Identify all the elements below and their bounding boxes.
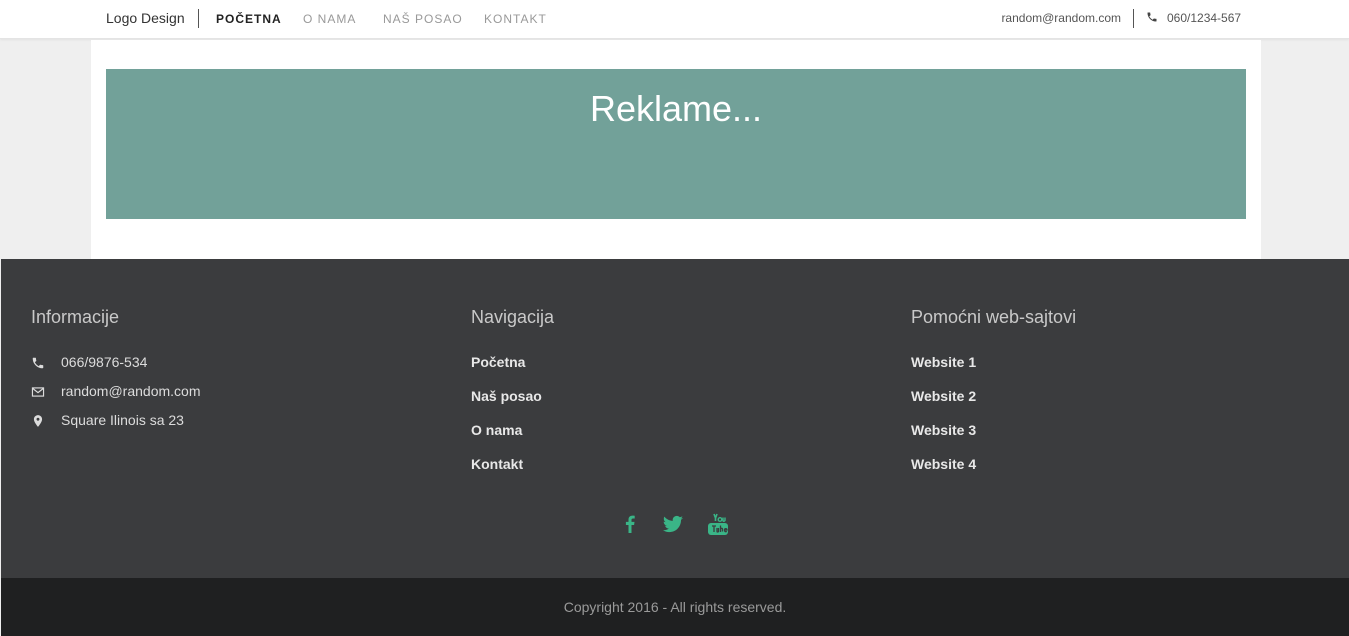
footer-link-website-3[interactable]: Website 3: [911, 422, 976, 438]
ad-banner: Reklame...: [106, 69, 1246, 219]
logo-divider: [198, 9, 199, 28]
header-phone-link[interactable]: 060/1234-567: [1167, 11, 1241, 25]
footer-address-row: Square Ilinois sa 23: [31, 412, 331, 432]
copyright-text: Copyright 2016 - All rights reserved.: [563, 599, 787, 615]
header-email-link[interactable]: random@random.com: [1001, 11, 1121, 25]
footer-info-title: Informacije: [31, 307, 120, 327]
facebook-icon: [625, 515, 635, 533]
main-content: Reklame...: [91, 40, 1261, 259]
phone-icon: [1147, 12, 1157, 22]
envelope-icon: [31, 387, 45, 397]
footer: Informacije 066/9876-534 random@random.c…: [1, 259, 1349, 578]
nav-item-pocetna[interactable]: POČETNA: [216, 12, 282, 26]
youtube-link[interactable]: [706, 512, 730, 536]
footer-navigation-title: Navigacija: [471, 307, 555, 327]
nav-item-nas-posao[interactable]: NAŠ POSAO: [383, 12, 463, 26]
footer-link-kontakt[interactable]: Kontakt: [471, 456, 523, 472]
footer-address: Square Ilinois sa 23: [61, 412, 184, 428]
footer-websites-column: Pomoćni web-sajtovi Website 1 Website 2 …: [911, 307, 1077, 472]
footer-link-website-1[interactable]: Website 1: [911, 354, 976, 370]
facebook-link[interactable]: [618, 512, 642, 536]
footer-navigation-column: Navigacija Početna Naš posao O nama Kont…: [471, 307, 555, 472]
footer-link-website-4[interactable]: Website 4: [911, 456, 976, 472]
phone-icon: [32, 357, 44, 369]
banner-title: Reklame...: [589, 88, 763, 129]
footer-link-o-nama[interactable]: O nama: [471, 422, 522, 438]
footer-phone-row: 066/9876-534: [31, 354, 331, 374]
footer-link-nas-posao[interactable]: Naš posao: [471, 388, 542, 404]
footer-email-row: random@random.com: [31, 383, 331, 403]
youtube-icon: [708, 513, 728, 535]
twitter-icon: [663, 515, 683, 533]
copyright-bar: Copyright 2016 - All rights reserved.: [1, 578, 1349, 636]
map-marker-icon: [33, 415, 43, 427]
nav-item-o-nama[interactable]: O NAMA: [303, 12, 356, 26]
footer-phone: 066/9876-534: [61, 354, 148, 370]
contact-divider: [1133, 9, 1134, 28]
footer-email[interactable]: random@random.com: [61, 383, 201, 399]
logo-link[interactable]: Logo Design: [106, 10, 185, 26]
footer-link-website-2[interactable]: Website 2: [911, 388, 976, 404]
footer-websites-title: Pomoćni web-sajtovi: [911, 307, 1077, 327]
nav-item-kontakt[interactable]: KONTAKT: [484, 12, 547, 26]
twitter-link[interactable]: [661, 512, 685, 536]
footer-info-column: Informacije 066/9876-534 random@random.c…: [31, 307, 201, 428]
footer-link-pocetna[interactable]: Početna: [471, 354, 525, 370]
top-navbar: Logo Design POČETNA O NAMA NAŠ POSAO KON…: [0, 0, 1349, 39]
